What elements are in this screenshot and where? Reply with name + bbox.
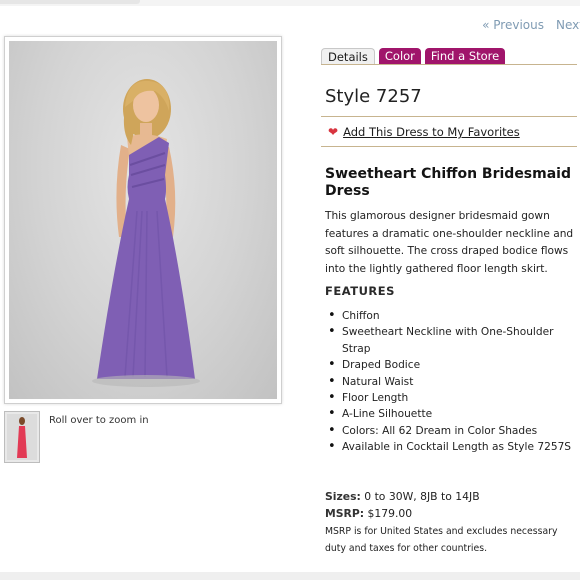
feature-item: Available in Cocktail Length as Style 72… <box>327 439 577 456</box>
photo-backdrop <box>9 41 277 399</box>
thumb-dress <box>17 426 27 458</box>
style-divider <box>321 116 577 117</box>
features-list: Chiffon Sweetheart Neckline with One-Sho… <box>327 308 577 456</box>
style-number: Style 7257 <box>325 86 422 107</box>
feature-item: Draped Bodice <box>327 357 577 374</box>
feature-item: Floor Length <box>327 390 577 407</box>
thumbnail-illustration <box>17 417 27 458</box>
feature-item: Natural Waist <box>327 374 577 391</box>
main-product-photo[interactable] <box>4 36 282 404</box>
floor-shadow <box>92 375 200 387</box>
msrp-note: MSRP is for United States and excludes n… <box>325 526 558 554</box>
features-heading: FEATURES <box>325 284 395 298</box>
previous-link[interactable]: « Previous <box>482 18 544 32</box>
product-description: This glamorous designer bridesmaid gown … <box>325 210 574 275</box>
tab-find-a-store[interactable]: Find a Store <box>424 48 506 64</box>
tab-details[interactable]: Details <box>321 48 375 64</box>
add-to-favorites[interactable]: ❤ Add This Dress to My Favorites <box>328 125 520 139</box>
msrp-line: MSRP: $179.00 <box>325 507 412 520</box>
favorites-link[interactable]: Add This Dress to My Favorites <box>343 125 520 139</box>
tabs-divider <box>321 64 577 65</box>
thumbnail-photo[interactable] <box>4 411 40 463</box>
top-strip <box>0 0 580 6</box>
model-illustration <box>92 79 200 387</box>
product-title: Sweetheart Chiffon Bridesmaid Dress <box>325 166 571 199</box>
next-link[interactable]: Next <box>556 18 580 32</box>
heart-icon: ❤ <box>328 125 339 139</box>
feature-item: Colors: All 62 Dream in Color Shades <box>327 423 577 440</box>
feature-item: A-Line Silhouette <box>327 406 577 423</box>
tab-color[interactable]: Color <box>378 48 421 64</box>
sizes-line: Sizes: 0 to 30W, 8JB to 14JB <box>325 490 480 503</box>
bottom-strip <box>0 572 580 580</box>
feature-item: Chiffon <box>327 308 577 325</box>
favorites-divider <box>321 146 577 147</box>
sizes-label: Sizes: <box>325 490 361 503</box>
msrp-value: $179.00 <box>367 507 413 520</box>
feature-item: Sweetheart Neckline with One-Shoulder St… <box>327 324 577 357</box>
msrp-label: MSRP: <box>325 507 365 520</box>
zoom-hint: Roll over to zoom in <box>49 415 149 426</box>
detail-tabs: Details Color Find a Store <box>321 48 506 64</box>
sizes-value: 0 to 30W, 8JB to 14JB <box>364 490 480 503</box>
top-tab-stub <box>0 0 140 4</box>
thumbnail-backdrop <box>7 414 37 460</box>
thumb-hair <box>19 417 25 425</box>
